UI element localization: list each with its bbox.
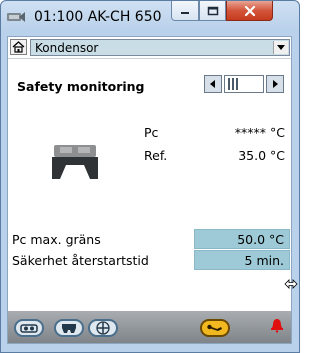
view-select[interactable]: Kondensor bbox=[30, 39, 290, 56]
bottom-toolbar bbox=[8, 311, 291, 343]
compressor-icon bbox=[20, 324, 38, 333]
param-value-pc-max: 50.0 °C bbox=[237, 232, 284, 247]
title-bar[interactable]: 01:100 AK-CH 650 bbox=[0, 0, 300, 36]
compressor-button[interactable] bbox=[14, 319, 44, 337]
view-select-value: Kondensor bbox=[35, 41, 99, 55]
reading-value-ref: 35.0 °C bbox=[238, 148, 285, 163]
minimize-icon bbox=[181, 11, 189, 14]
parameter-row: Säkerhet återstartstid 5 min. bbox=[8, 250, 291, 270]
reading-label-pc: Pc bbox=[144, 125, 159, 140]
condenser-icon bbox=[62, 324, 76, 333]
alarm-bell-icon[interactable] bbox=[269, 317, 285, 333]
home-button[interactable] bbox=[10, 39, 27, 55]
service-wrench-icon bbox=[207, 324, 222, 331]
pressure-valve-icon bbox=[52, 145, 98, 179]
fan-icon bbox=[96, 321, 110, 335]
close-button[interactable] bbox=[226, 1, 273, 21]
home-icon bbox=[12, 41, 25, 53]
param-label-pc-max: Pc max. gräns bbox=[12, 232, 101, 247]
param-field-pc-max[interactable]: 50.0 °C bbox=[194, 229, 290, 249]
window-title: 01:100 AK-CH 650 bbox=[34, 9, 162, 25]
maximize-icon bbox=[207, 6, 218, 15]
condenser-button[interactable] bbox=[54, 319, 84, 337]
param-value-restart-time: 5 min. bbox=[244, 253, 284, 268]
param-field-restart-time[interactable]: 5 min. bbox=[194, 250, 290, 270]
step-previous-button[interactable] bbox=[204, 75, 222, 93]
section-title: Safety monitoring bbox=[17, 79, 145, 94]
client-area: Kondensor Safety monitoring Pc ***** °C … bbox=[7, 36, 292, 344]
navigation-bar: Kondensor bbox=[8, 37, 291, 59]
minimize-button[interactable] bbox=[171, 1, 199, 21]
resize-cursor-icon bbox=[284, 279, 298, 289]
maximize-button[interactable] bbox=[199, 1, 226, 21]
reading-label-ref: Ref. bbox=[144, 148, 168, 163]
arrow-right-icon bbox=[273, 80, 278, 88]
arrow-left-icon bbox=[210, 80, 215, 88]
parameter-row: Pc max. gräns 50.0 °C bbox=[8, 229, 291, 249]
wrench-app-icon bbox=[7, 12, 25, 22]
reading-value-pc: ***** °C bbox=[234, 125, 285, 140]
stepper-thumb[interactable] bbox=[228, 78, 240, 90]
param-label-restart-time: Säkerhet återstartstid bbox=[12, 253, 149, 268]
combo-arrow-button[interactable] bbox=[273, 41, 288, 54]
close-icon bbox=[244, 5, 255, 16]
service-button[interactable] bbox=[200, 319, 230, 337]
page-stepper bbox=[204, 75, 284, 93]
step-next-button[interactable] bbox=[266, 75, 284, 93]
stepper-track[interactable] bbox=[224, 75, 264, 93]
chevron-down-icon bbox=[277, 44, 285, 50]
fan-button[interactable] bbox=[88, 319, 118, 337]
